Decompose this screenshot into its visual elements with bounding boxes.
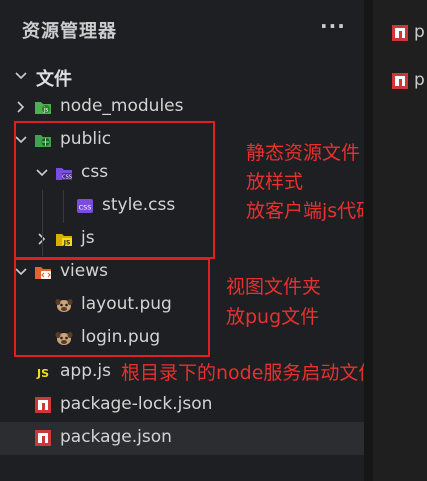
annotation-box-public	[14, 121, 215, 259]
explorer-header: 资源管理器 ···	[0, 0, 364, 60]
explorer-title: 资源管理器	[22, 21, 117, 42]
npm-icon	[34, 429, 52, 447]
editor-tab-2[interactable]: p	[373, 62, 427, 98]
annotation-views-line-1: 视图文件夹	[226, 276, 322, 298]
chevron-right-icon	[14, 100, 28, 114]
sash[interactable]	[364, 0, 373, 481]
annotation-public-line-1: 静态资源文件	[246, 142, 361, 164]
annotation-app-js: 根目录下的node服务启动文件	[121, 362, 378, 384]
vscode-window: 资源管理器 ··· 文件 js node_modules public CSS …	[0, 0, 427, 481]
npm-icon	[391, 24, 409, 42]
tree-item-package-json[interactable]: package.json	[0, 422, 364, 455]
tree-item-label: package.json	[60, 427, 172, 447]
annotation-views-line-2: 放pug文件	[226, 306, 320, 328]
svg-text:JS: JS	[36, 367, 49, 380]
npm-icon	[34, 396, 52, 414]
tree-item-package-lock[interactable]: package-lock.json	[0, 389, 364, 422]
tree-item-label: app.js	[60, 361, 111, 381]
annotation-public-line-3: 放客户端js代码	[246, 200, 376, 222]
node-folder-icon: js	[34, 98, 52, 116]
annotation-box-views	[14, 258, 210, 357]
tab-label: p	[414, 22, 425, 42]
more-actions-icon[interactable]: ···	[320, 14, 346, 38]
editor-tab-1[interactable]: p	[373, 14, 427, 50]
tab-label: p	[414, 70, 425, 90]
chevron-down-icon	[14, 69, 28, 83]
js-file-icon: JS	[34, 363, 52, 381]
svg-text:js: js	[43, 107, 49, 114]
tree-item-label: package-lock.json	[60, 394, 213, 414]
tree-item-label: node_modules	[60, 96, 184, 116]
annotation-public-line-2: 放样式	[246, 171, 304, 193]
folder-section-header[interactable]: 文件	[0, 60, 364, 92]
folder-section-label: 文件	[36, 69, 72, 90]
tree-item-node-modules[interactable]: js node_modules	[0, 91, 364, 124]
sidebar-scrollbar[interactable]	[352, 0, 364, 481]
npm-icon	[391, 72, 409, 90]
explorer-sidebar: 资源管理器 ··· 文件 js node_modules public CSS …	[0, 0, 377, 481]
